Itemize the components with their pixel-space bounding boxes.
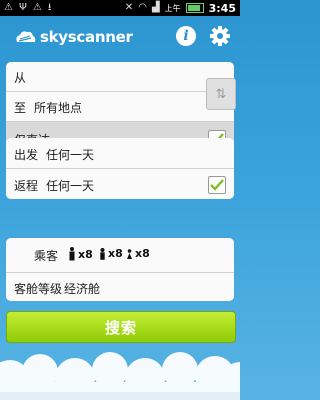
- brand-name: skyscanner: [40, 28, 133, 46]
- download-icon: ⭳: [47, 2, 52, 13]
- wifi-icon: ◠: [138, 2, 147, 13]
- return-field[interactable]: 返程 任何一天: [6, 169, 234, 199]
- checkmark-icon: [210, 179, 224, 191]
- passengers-field[interactable]: 乘客 x8 x8 x8: [6, 238, 234, 273]
- app-header: skyscanner i: [0, 16, 240, 56]
- swap-route-button[interactable]: ⇅: [206, 78, 236, 110]
- clouds-decoration: [0, 352, 240, 400]
- adults-value: x8: [78, 247, 93, 261]
- gear-icon: [210, 26, 230, 46]
- skyscanner-logo: skyscanner: [14, 28, 133, 46]
- passengers-label: 乘客: [34, 249, 59, 263]
- mute-icon: ✕: [124, 2, 134, 13]
- from-label: 从: [14, 71, 27, 85]
- return-label: 返程: [14, 179, 39, 193]
- adults-count[interactable]: x8: [68, 247, 93, 261]
- passengers-card: 乘客 x8 x8 x8 客舱等级 经济舱: [6, 238, 234, 301]
- status-bar: ⚠ Ψ ⚠ ⭳ ✕ ◠ ▟ 上午 3:45: [0, 0, 240, 16]
- search-button[interactable]: 搜索: [6, 311, 236, 343]
- dates-card: 出发 任何一天 返程 任何一天: [6, 138, 234, 199]
- warning-icon: ⚠: [4, 2, 13, 13]
- return-value: 任何一天: [46, 179, 95, 193]
- settings-button[interactable]: [209, 25, 231, 47]
- adult-icon: [69, 247, 75, 261]
- children-count[interactable]: x8: [99, 247, 123, 260]
- depart-value: 任何一天: [46, 148, 95, 162]
- to-value: 所有地点: [34, 101, 83, 115]
- signal-icon: ▟: [151, 2, 160, 13]
- battery-icon: [185, 3, 204, 13]
- to-field[interactable]: 至 所有地点: [6, 92, 234, 122]
- status-time: 3:45: [208, 1, 236, 15]
- swap-icon: ⇅: [215, 86, 227, 102]
- depart-field[interactable]: 出发 任何一天: [6, 138, 234, 169]
- to-label: 至: [14, 101, 27, 115]
- status-ampm: 上午: [164, 3, 181, 13]
- infants-value: x8: [135, 247, 150, 260]
- cabin-class-label: 客舱等级: [14, 282, 63, 296]
- child-icon: [100, 247, 105, 260]
- info-icon: i: [183, 28, 189, 44]
- info-button[interactable]: i: [176, 26, 196, 46]
- return-checkbox[interactable]: [208, 176, 226, 194]
- cabin-class-value: 经济舱: [64, 282, 101, 296]
- alert-icon: ⚠: [32, 2, 42, 13]
- depart-label: 出发: [14, 148, 39, 162]
- cloud-logo-icon: [16, 31, 36, 42]
- from-field[interactable]: 从: [6, 62, 234, 92]
- cabin-class-field[interactable]: 客舱等级 经济舱: [6, 273, 234, 301]
- infants-count[interactable]: x8: [126, 247, 150, 260]
- infant-icon: [127, 248, 132, 259]
- usb-icon: Ψ: [18, 2, 27, 13]
- children-value: x8: [108, 247, 123, 260]
